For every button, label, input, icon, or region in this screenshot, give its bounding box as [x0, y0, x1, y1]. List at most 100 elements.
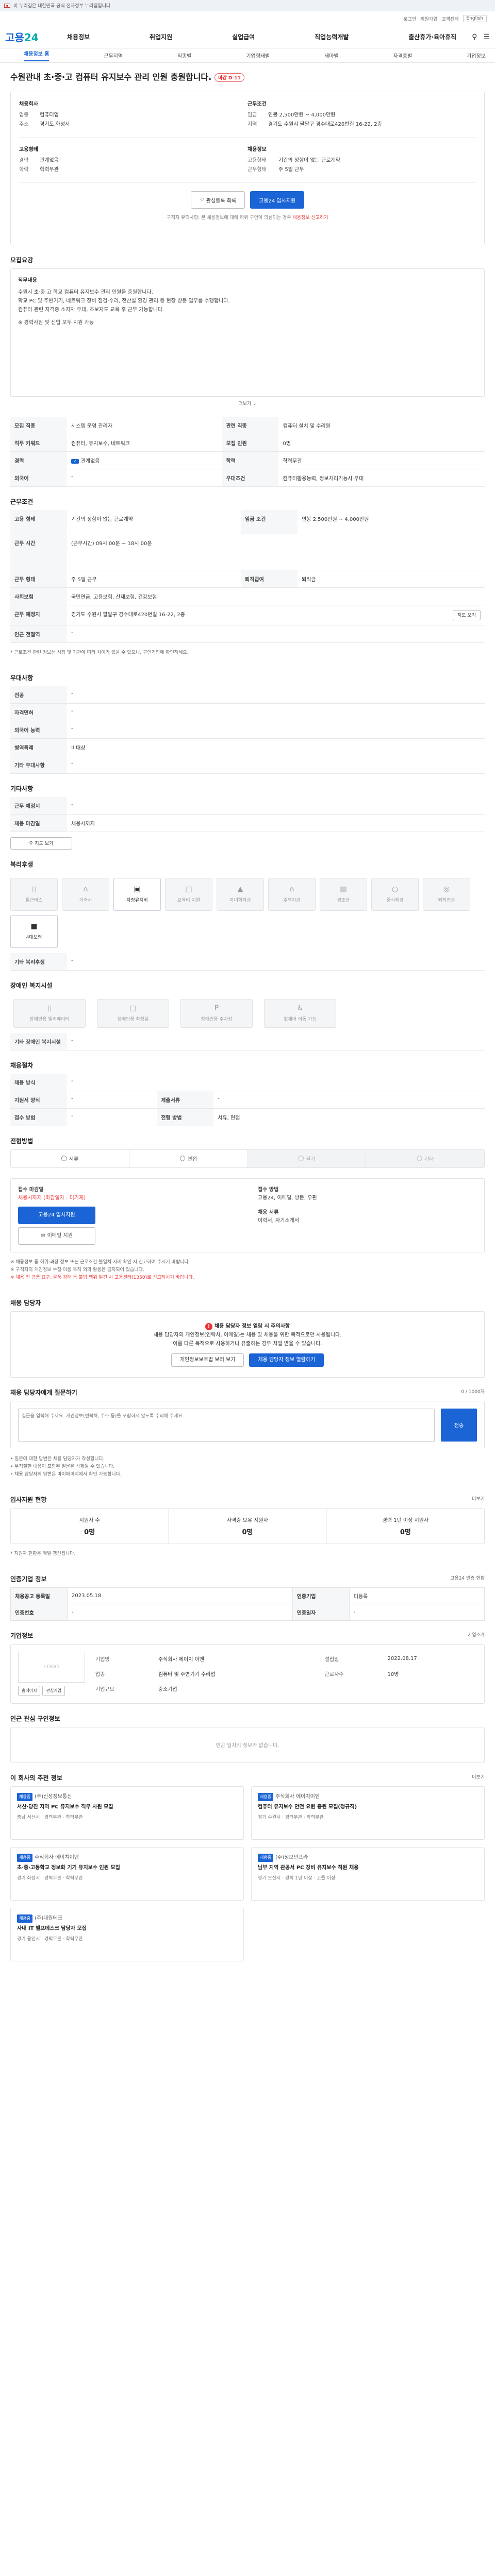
job-title: 사내 IT 헬프데스크 담당자 모집: [17, 1925, 87, 1931]
company-intro-link[interactable]: 기업소개: [468, 1631, 485, 1638]
save-button[interactable]: ♡ 관심등록 회록: [190, 191, 245, 209]
company-summary: 채용회사 업종 컴퓨터업 주소 경기도 화성시: [19, 99, 248, 130]
tab-interview[interactable]: ◯ 면접: [129, 1149, 248, 1167]
gov-notice-text: 이 누리집은 대한민국 공식 전자정부 누리집입니다.: [13, 4, 112, 9]
disability-item: ▯ 장애인용 엘리베이터: [13, 998, 86, 1028]
job-card[interactable]: 채용중 주식회사 에이치이엔 컴퓨터 유지보수 안전 요원 충원 모집(정규직) …: [251, 1786, 485, 1840]
table-value: 중소기업: [158, 1686, 177, 1692]
job-card[interactable]: 채용중 주식회사 에이치이엔 초·중·고등학교 정보화 기기 유지보수 인원 모집…: [10, 1846, 244, 1901]
deadline-badge: 마감 D-11: [214, 73, 244, 82]
menu-item-jobs[interactable]: 채용정보: [67, 32, 90, 41]
subnav-item-theme[interactable]: 테마별: [324, 52, 339, 59]
table-value: 채용시까지: [67, 814, 485, 832]
job-title: 서산·당진 지역 PC 유지보수 직무 사원 모집: [17, 1804, 113, 1810]
table-key: 우대조건: [222, 469, 279, 487]
table-value: -: [67, 1091, 157, 1109]
home-icon: ⌂: [289, 885, 294, 893]
table-key: 외국어 능력: [10, 721, 67, 739]
duties-box: 직무내용 수원시 초·중·고 학교 컴퓨터 유지보수 관리 인원을 충원합니다.…: [10, 268, 485, 397]
question-input[interactable]: [18, 1408, 435, 1442]
subnav-item-company[interactable]: 기업정보: [467, 52, 486, 59]
disability-label: 휠체어 이동 가능: [284, 1017, 317, 1022]
benefit-item: ⌂ 주택자금: [268, 877, 316, 911]
qa-heading: 채용 담당자에게 질문하기: [10, 1388, 77, 1396]
table-value: -: [67, 756, 485, 774]
cert-link[interactable]: 고용24 인증 현황: [450, 1574, 485, 1581]
send-question-button[interactable]: 전송: [441, 1408, 477, 1442]
search-icon[interactable]: ⚲: [472, 33, 477, 41]
disability-label: 장애인용 주차장: [201, 1017, 233, 1022]
subnav-item-region[interactable]: 근무지역: [104, 52, 123, 59]
apply-online-button[interactable]: 고용24 입사지원: [18, 1206, 95, 1224]
table-value: 학력무관: [278, 451, 485, 469]
table-value: 10명: [387, 1671, 399, 1677]
stat-value: 0명: [242, 1528, 253, 1536]
subnav-item-home[interactable]: 채용정보 홈: [24, 49, 50, 61]
menu-item-leave[interactable]: 출산휴가·육아휴직: [408, 32, 456, 41]
duties-more-button[interactable]: 더보기 ⌄: [10, 400, 485, 406]
menu-icon[interactable]: ☰: [483, 33, 490, 41]
other-heading: 기타사항: [10, 785, 34, 792]
manager-box: ! 채용 담당자 정보 열람 시 주의사항 채용 담당자의 개인정보(연락처, 이…: [10, 1311, 485, 1378]
disability-grid: ▯ 장애인용 엘리베이터 ▤ 장애인용 화장실 P 장애인용 주차장 ♿ 휠체어 이동 …: [10, 994, 485, 1033]
check-icon: ◯: [298, 1156, 304, 1161]
job-card[interactable]: 채용중 (주)대원테크 사내 IT 헬프데스크 담당자 모집 경기 용인시 · 경…: [10, 1907, 244, 1961]
map-button[interactable]: 지도 보기: [453, 609, 481, 620]
subnav-item-cert[interactable]: 자격증별: [393, 52, 412, 59]
apply-email-button[interactable]: ✉ 이메일 지원: [18, 1227, 95, 1245]
table-key: 모집 직종: [10, 417, 67, 434]
other-section: 기타사항 근무 예정지 - 채용 마감일 채용시까지 ⚲ 지도 보기: [10, 784, 485, 850]
stats-more-link[interactable]: 더보기: [472, 1495, 485, 1502]
job-card[interactable]: 채용중 (주)정보인프라 남부 지역 관공서 PC 장비 유지보수 직원 채용 경…: [251, 1846, 485, 1901]
job-header: 수원관내 초·중·고 컴퓨터 유지보수 관리 인원 충원합니다. 마감 D-11: [0, 63, 495, 86]
subnav-item-type[interactable]: 기업형태별: [246, 52, 270, 59]
career-summary-label: 고용형태: [19, 147, 38, 152]
login-link[interactable]: 로그인: [403, 15, 416, 22]
help-link[interactable]: 고객센터: [441, 15, 458, 22]
table-value: -: [67, 1073, 485, 1091]
related-more-link[interactable]: 더보기: [472, 1773, 485, 1780]
table-value: 시스템 운영 관리자: [67, 417, 222, 434]
job-summary-card: 채용회사 업종 컴퓨터업 주소 경기도 화성시 근무조건 임금 연봉 2,500만원 …: [10, 91, 485, 245]
duties-text: 컴퓨터 관련 자격증 소지자 우대, 초보자도 교육 후 근무 가능합니다.: [18, 307, 164, 313]
report-link[interactable]: 채용정보 신고하기: [292, 215, 328, 221]
table-key: 지원서 양식: [10, 1091, 67, 1109]
menu-item-benefit[interactable]: 실업급여: [232, 32, 255, 41]
tab-written: ◯ 필기: [248, 1149, 367, 1167]
tab-document[interactable]: ◯ 서류: [11, 1149, 129, 1167]
kv-value: 기간의 정함이 없는 근로계약: [278, 158, 340, 163]
benefit-item: ▤ 교육비 지원: [165, 877, 212, 911]
map-view-label: 지도 보기: [35, 841, 54, 846]
disability-label: 장애인용 화장실: [117, 1017, 149, 1022]
subnav-item-job[interactable]: 직종별: [177, 52, 192, 59]
kv-key: 임금: [248, 112, 257, 118]
language-select[interactable]: English: [463, 15, 487, 22]
cap-icon: ▲: [237, 885, 243, 893]
job-tag: 채용중: [17, 1792, 33, 1801]
menu-item-support[interactable]: 취업지원: [150, 32, 172, 41]
work-section: 근무조건 고용 형태 기간의 정함이 없는 근로계약 임금 조건 연봉 2,500만원…: [10, 497, 485, 663]
qa-note: • 질문에 대한 답변은 채용 담당자가 작성합니다.: [10, 1456, 105, 1462]
condition-summary: 근무조건 임금 연봉 2,500만원 ~ 4,000만원 지역 경기도 수원시 팔달…: [248, 99, 476, 130]
homepage-button[interactable]: 홈페이지: [18, 1685, 41, 1696]
map-view-button[interactable]: ⚲ 지도 보기: [10, 837, 72, 850]
map-pin-icon: ⚲: [29, 840, 33, 846]
save-button-label: 관심등록 회록: [206, 198, 237, 204]
table-value: -: [67, 625, 485, 643]
procedure-table: 채용 방식 - 지원서 양식 - 제출서류 - 접수 방법 - 전형 방법 서류, 면접: [10, 1073, 485, 1126]
job-card[interactable]: 채용중 (주)신성정보통신 서산·당진 지역 PC 유지보수 직무 사원 모집 충…: [10, 1786, 244, 1840]
table-row: 직무 키워드 컴퓨터, 유지보수, 네트워크 모집 인원 0명: [10, 434, 485, 452]
table-value: -: [349, 1603, 485, 1621]
favorite-company-button[interactable]: 관심기업: [42, 1685, 65, 1696]
view-manager-button[interactable]: 채용 담당자 정보 열람하기: [249, 1353, 324, 1367]
signup-link[interactable]: 회원가입: [420, 15, 437, 22]
apply-button[interactable]: 고용24 입사지원: [250, 191, 305, 209]
page-title: 수원관내 초·중·고 컴퓨터 유지보수 관리 인원 충원합니다. 마감 D-11: [10, 70, 485, 82]
job-company: (주)신성정보통신: [35, 1793, 72, 1800]
qa-note: • 채용 담당자의 답변은 마이페이지에서 확인 가능합니다.: [10, 1471, 122, 1477]
table-key: 학력: [222, 451, 279, 469]
job-company: (주)대원테크: [35, 1915, 62, 1921]
menu-item-training[interactable]: 직업능력개발: [315, 32, 349, 41]
privacy-law-button[interactable]: 개인정보보호법 보러 보기: [171, 1353, 244, 1367]
site-logo[interactable]: 고용24: [5, 29, 46, 44]
